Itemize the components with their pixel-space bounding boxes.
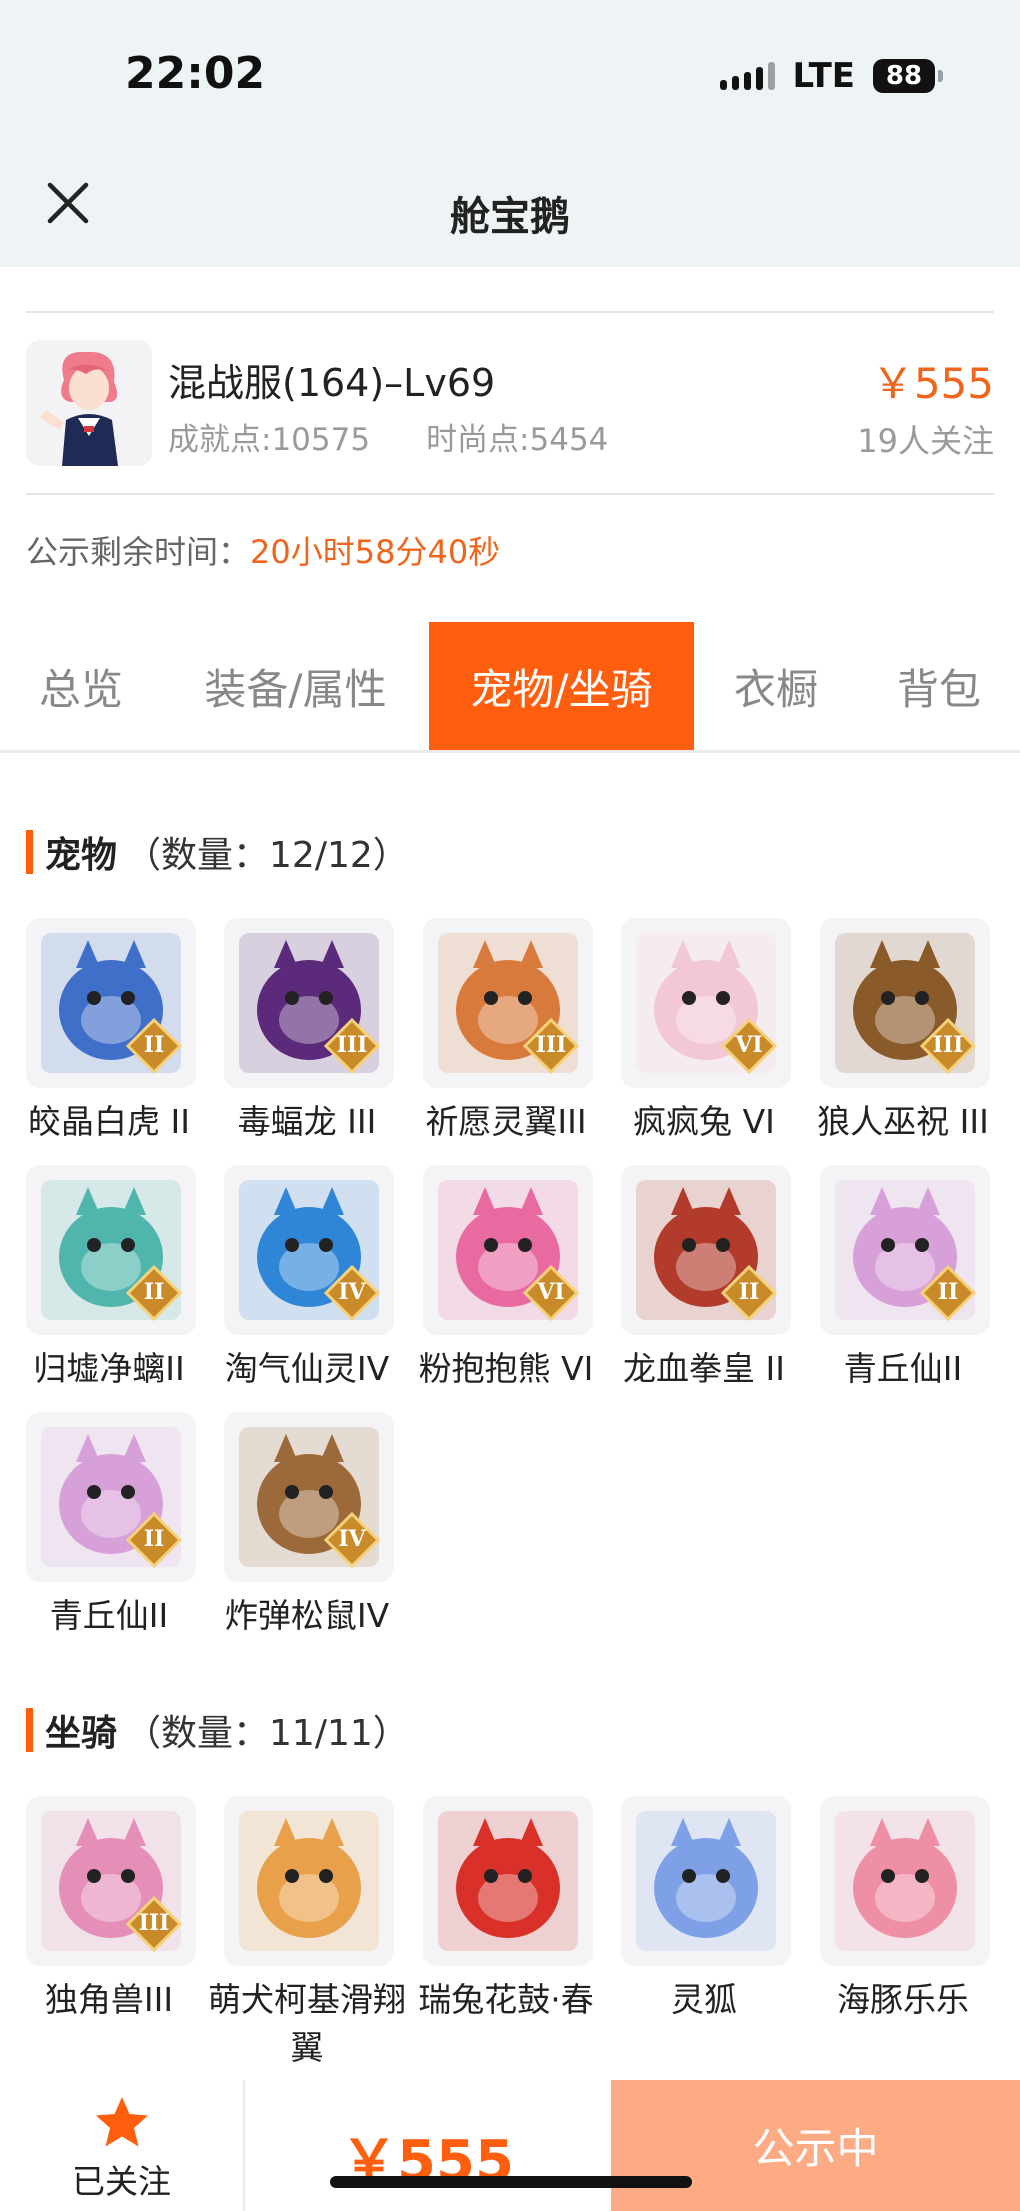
watch-count: 19人关注 [857,422,994,460]
role-stats: 成就点:10575 时尚点:5454 [168,414,608,459]
grade-badge: II [738,1279,760,1305]
bottom-action-bar: 已关注 ￥555 公示中 [0,2080,1020,2211]
role-card[interactable]: 混战服(164)–Lv69 成就点:10575 时尚点:5454 ￥555 19… [26,340,994,466]
nav-bar: 舱宝鹅 [0,150,1020,267]
countdown-label: 公示剩余时间： [26,533,251,571]
countdown-row: 公示剩余时间：20小时58分40秒 [26,527,500,573]
follow-label: 已关注 [72,2162,171,2201]
item-name: 青丘仙II [49,1596,169,1635]
section-marker [26,830,33,874]
tab-wardrobe[interactable]: 衣橱 [694,622,858,750]
countdown-value: 20小时58分40秒 [250,533,501,571]
pet-thumbnail: VI [621,918,791,1088]
tab-bag[interactable]: 背包 [858,622,1020,750]
star-icon [96,2097,148,2147]
grade-badge: II [143,1526,165,1552]
item-name: 粉抱抱熊 VI [418,1349,594,1388]
avatar [26,340,152,466]
section-marker [26,1708,33,1752]
fashion-points: 时尚点:5454 [426,422,609,458]
item-name: 萌犬柯基滑翔翼 [208,1980,406,2067]
item-name: 淘气仙灵IV [224,1349,390,1388]
item-name: 青丘仙II [843,1349,963,1388]
price-label: ￥555 [871,359,994,408]
pet-thumbnail: IV [224,1165,394,1335]
item-name: 独角兽III [44,1980,174,2019]
status-button[interactable]: 公示中 [611,2080,1020,2211]
item-name: 龙血拳皇 II [623,1349,785,1388]
role-name: 混战服(164)–Lv69 [168,361,496,405]
grade-badge: II [937,1279,959,1305]
mount-thumbnail [621,1796,791,1966]
grade-badge: VI [735,1032,763,1058]
page-title: 舱宝鹅 [450,194,570,240]
grade-badge: III [932,1032,964,1058]
item-name: 炸弹松鼠IV [224,1596,390,1635]
item-name: 瑞兔花鼓·春 [418,1980,594,2019]
mounts-section-title: 坐骑 （数量：11/11） [26,1704,409,1756]
pet-thumbnail: III [224,918,394,1088]
mount-thumbnail [820,1796,990,1966]
grade-badge: IV [338,1526,366,1552]
pet-thumbnail: III [820,918,990,1088]
pet-thumbnail: II [820,1165,990,1335]
status-icons: LTE 88 [719,56,943,96]
item-name: 归墟净螭II [33,1349,185,1388]
section-name: 坐骑 [45,1713,118,1754]
mount-thumbnail [423,1796,593,1966]
grade-badge: III [138,1910,170,1936]
section-count: （数量：11/11） [125,1713,409,1754]
signal-icon [719,62,775,90]
grade-badge: IV [338,1279,366,1305]
grade-badge: III [336,1032,368,1058]
grade-badge: VI [537,1279,565,1305]
pet-thumbnail: IV [224,1412,394,1582]
home-indicator [330,2176,692,2188]
tab-pets-mounts[interactable]: 宠物/坐骑 [429,622,694,750]
divider [26,311,994,313]
network-label: LTE [792,56,855,96]
section-name: 宠物 [45,835,118,876]
mount-thumbnail [224,1796,394,1966]
pets-section-title: 宠物 （数量：12/12） [26,826,409,878]
pet-thumbnail: II [621,1165,791,1335]
achievement-points: 成就点:10575 [168,422,371,458]
pet-thumbnail: III [423,918,593,1088]
pet-thumbnail: VI [423,1165,593,1335]
item-name: 灵狐 [671,1980,737,2019]
mount-thumbnail: III [26,1796,196,1966]
grade-badge: II [143,1279,165,1305]
item-name: 海豚乐乐 [837,1980,969,2019]
clock: 22:02 [125,48,266,99]
status-bar: 22:02 LTE 88 [0,0,1020,150]
divider [26,493,994,495]
item-name: 狼人巫祝 III [817,1102,989,1141]
grade-badge: III [535,1032,567,1058]
pet-thumbnail: II [26,918,196,1088]
grade-badge: II [143,1032,165,1058]
tab-underline [0,750,1020,753]
item-name: 祈愿灵翼III [425,1102,587,1141]
follow-button[interactable]: 已关注 [0,2080,243,2211]
item-name: 疯疯兔 VI [633,1102,775,1141]
item-name: 皎晶白虎 II [28,1102,190,1141]
tab-equipment[interactable]: 装备/属性 [162,622,429,750]
tab-bar: 总览 装备/属性 宠物/坐骑 衣橱 背包 [0,622,1020,750]
pet-thumbnail: II [26,1165,196,1335]
pet-thumbnail: II [26,1412,196,1582]
section-count: （数量：12/12） [125,835,409,876]
battery-icon: 88 [873,59,943,93]
item-name: 毒蝠龙 III [237,1102,377,1141]
tab-overview[interactable]: 总览 [0,622,162,750]
